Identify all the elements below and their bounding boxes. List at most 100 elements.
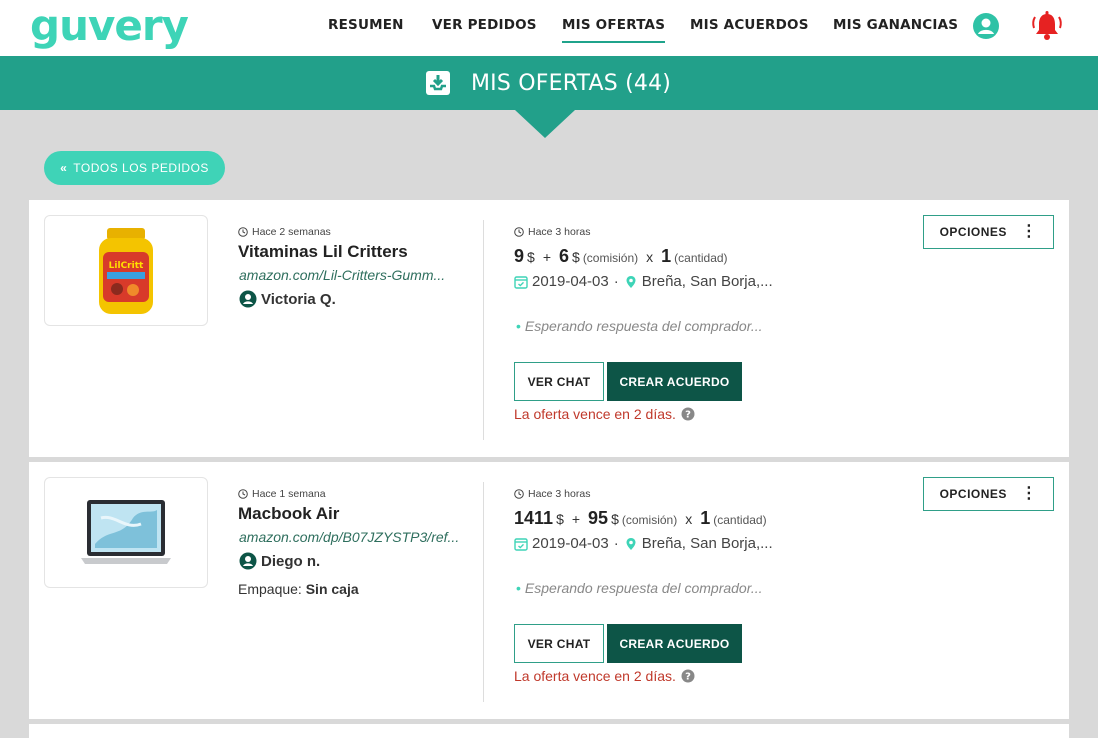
times-sign: x [646,249,654,265]
product-title: Vitaminas Lil Critters [238,242,408,261]
buyer: Victoria Q. [239,290,336,308]
notification-bell-icon[interactable] [1030,9,1064,43]
commission-unit: $ [572,249,580,265]
request-time-text: Hace 2 semanas [252,226,331,238]
vitamin-bottle-icon: LilCritt [99,228,153,314]
commission-value: 6 [559,246,570,266]
help-icon[interactable]: ? [681,407,695,421]
clock-icon [514,227,524,237]
product-image[interactable] [44,477,208,588]
price-breakdown: 9 $ + 6 $ (comisión) x 1 (cantidad) [514,246,728,267]
delivery-date: 2019-04-03 [532,273,609,290]
offer-status-text: Esperando respuesta del comprador... [524,580,763,596]
commission-label: (comisión) [582,251,639,265]
price-value: 1411 [514,508,554,528]
svg-text:?: ? [685,672,691,683]
kebab-menu-icon: ⋮ [1020,485,1038,502]
user-account-icon[interactable] [972,12,1000,40]
nav-resumen[interactable]: RESUMEN [328,17,404,33]
quantity-value: 1 [661,246,672,266]
delivery-info: 2019-04-03 · Breña, San Borja,... [514,273,773,290]
packing-value: Sin caja [305,581,359,597]
page-title: MIS OFERTAS (44) [471,70,672,96]
request-time: Hace 1 semana [238,488,326,500]
times-sign: x [685,511,693,527]
delivery-date: 2019-04-03 [532,535,609,552]
offer-status-text: Esperando respuesta del comprador... [524,318,763,334]
nav-mis-ganancias[interactable]: MIS GANANCIAS [833,17,958,33]
plus-sign: + [542,249,551,265]
card-divider [483,482,484,702]
delivery-location: Breña, San Borja,... [641,273,773,290]
packing-label: Empaque: [238,581,302,597]
create-deal-button[interactable]: CREAR ACUERDO [607,624,742,663]
clock-icon [514,489,524,499]
offer-time-text: Hace 3 horas [528,226,591,238]
options-button[interactable]: OPCIONES ⋮ [923,477,1054,511]
clock-icon [238,489,248,499]
location-pin-icon [626,537,636,550]
svg-text:LilCritt: LilCritt [109,261,144,271]
location-pin-icon [626,275,636,288]
product-link[interactable]: amazon.com/dp/B07JZYSTP3/ref... [239,529,469,545]
banner-pointer [515,110,575,138]
packing-info: Empaque: Sin caja [238,581,359,597]
top-nav: guvery RESUMEN VER PEDIDOS MIS OFERTAS M… [0,0,1098,56]
create-deal-button[interactable]: CREAR ACUERDO [607,362,742,401]
laptop-icon [81,500,171,564]
commission-unit: $ [611,511,619,527]
buyer-avatar-icon [239,290,257,308]
calendar-check-icon [514,275,528,289]
nav-mis-acuerdos[interactable]: MIS ACUERDOS [690,17,809,33]
buyer-name: Diego n. [261,552,321,570]
buyer-avatar-icon [239,552,257,570]
help-icon[interactable]: ? [681,669,695,683]
card-divider [483,220,484,440]
options-label: OPCIONES [939,487,1007,501]
offer-card-partial [29,724,1069,738]
view-chat-button[interactable]: VER CHAT [514,624,604,663]
product-image[interactable]: LilCritt [44,215,208,326]
delivery-location: Breña, San Borja,... [641,535,773,552]
calendar-check-icon [514,537,528,551]
delivery-info: 2019-04-03 · Breña, San Borja,... [514,535,773,552]
price-value: 9 [514,246,525,266]
plus-sign: + [571,511,581,527]
price-breakdown: 1411 $ + 95 $ (comisión) x 1 (cantidad) [514,508,767,529]
price-unit: $ [556,511,564,527]
options-label: OPCIONES [939,225,1007,239]
quantity-value: 1 [700,508,711,528]
options-button[interactable]: OPCIONES ⋮ [923,215,1054,249]
offer-status: • Esperando respuesta del comprador... [516,318,763,334]
all-orders-label: TODOS LOS PEDIDOS [73,161,209,175]
nav-ver-pedidos[interactable]: VER PEDIDOS [432,17,537,33]
commission-value: 95 [588,508,609,528]
offer-status: • Esperando respuesta del comprador... [516,580,763,596]
nav-mis-ofertas[interactable]: MIS OFERTAS [562,17,666,43]
product-link[interactable]: amazon.com/Lil-Critters-Gumm... [239,267,469,283]
buyer: Diego n. [239,552,320,570]
guvery-logo[interactable]: guvery [30,2,189,50]
svg-text:?: ? [685,410,691,421]
offer-time: Hace 3 horas [514,226,590,238]
price-unit: $ [527,249,535,265]
buyer-name: Victoria Q. [261,290,336,308]
offer-expiry: La oferta vence en 2 días. ? [514,406,695,422]
offer-card: Hace 1 semana Macbook Air amazon.com/dp/… [29,462,1069,719]
offer-time: Hace 3 horas [514,488,590,500]
banner-heading: MIS OFERTAS (44) [425,68,671,98]
product-title: Macbook Air [238,504,340,523]
offer-time-text: Hace 3 horas [528,488,591,500]
offer-expiry-text: La oferta vence en 2 días. [514,668,676,684]
view-chat-button[interactable]: VER CHAT [514,362,604,401]
request-time-text: Hace 1 semana [252,488,326,500]
quantity-label: (cantidad) [674,251,728,265]
inbox-download-icon [426,71,450,95]
clock-icon [238,227,248,237]
quantity-label: (cantidad) [713,513,767,527]
offer-expiry-text: La oferta vence en 2 días. [514,406,676,422]
double-chevron-left-icon: « [60,161,68,175]
offer-card: LilCritt Hace 2 semanas Vitaminas Lil Cr… [29,200,1069,457]
all-orders-button[interactable]: « TODOS LOS PEDIDOS [44,151,225,185]
offer-expiry: La oferta vence en 2 días. ? [514,668,695,684]
